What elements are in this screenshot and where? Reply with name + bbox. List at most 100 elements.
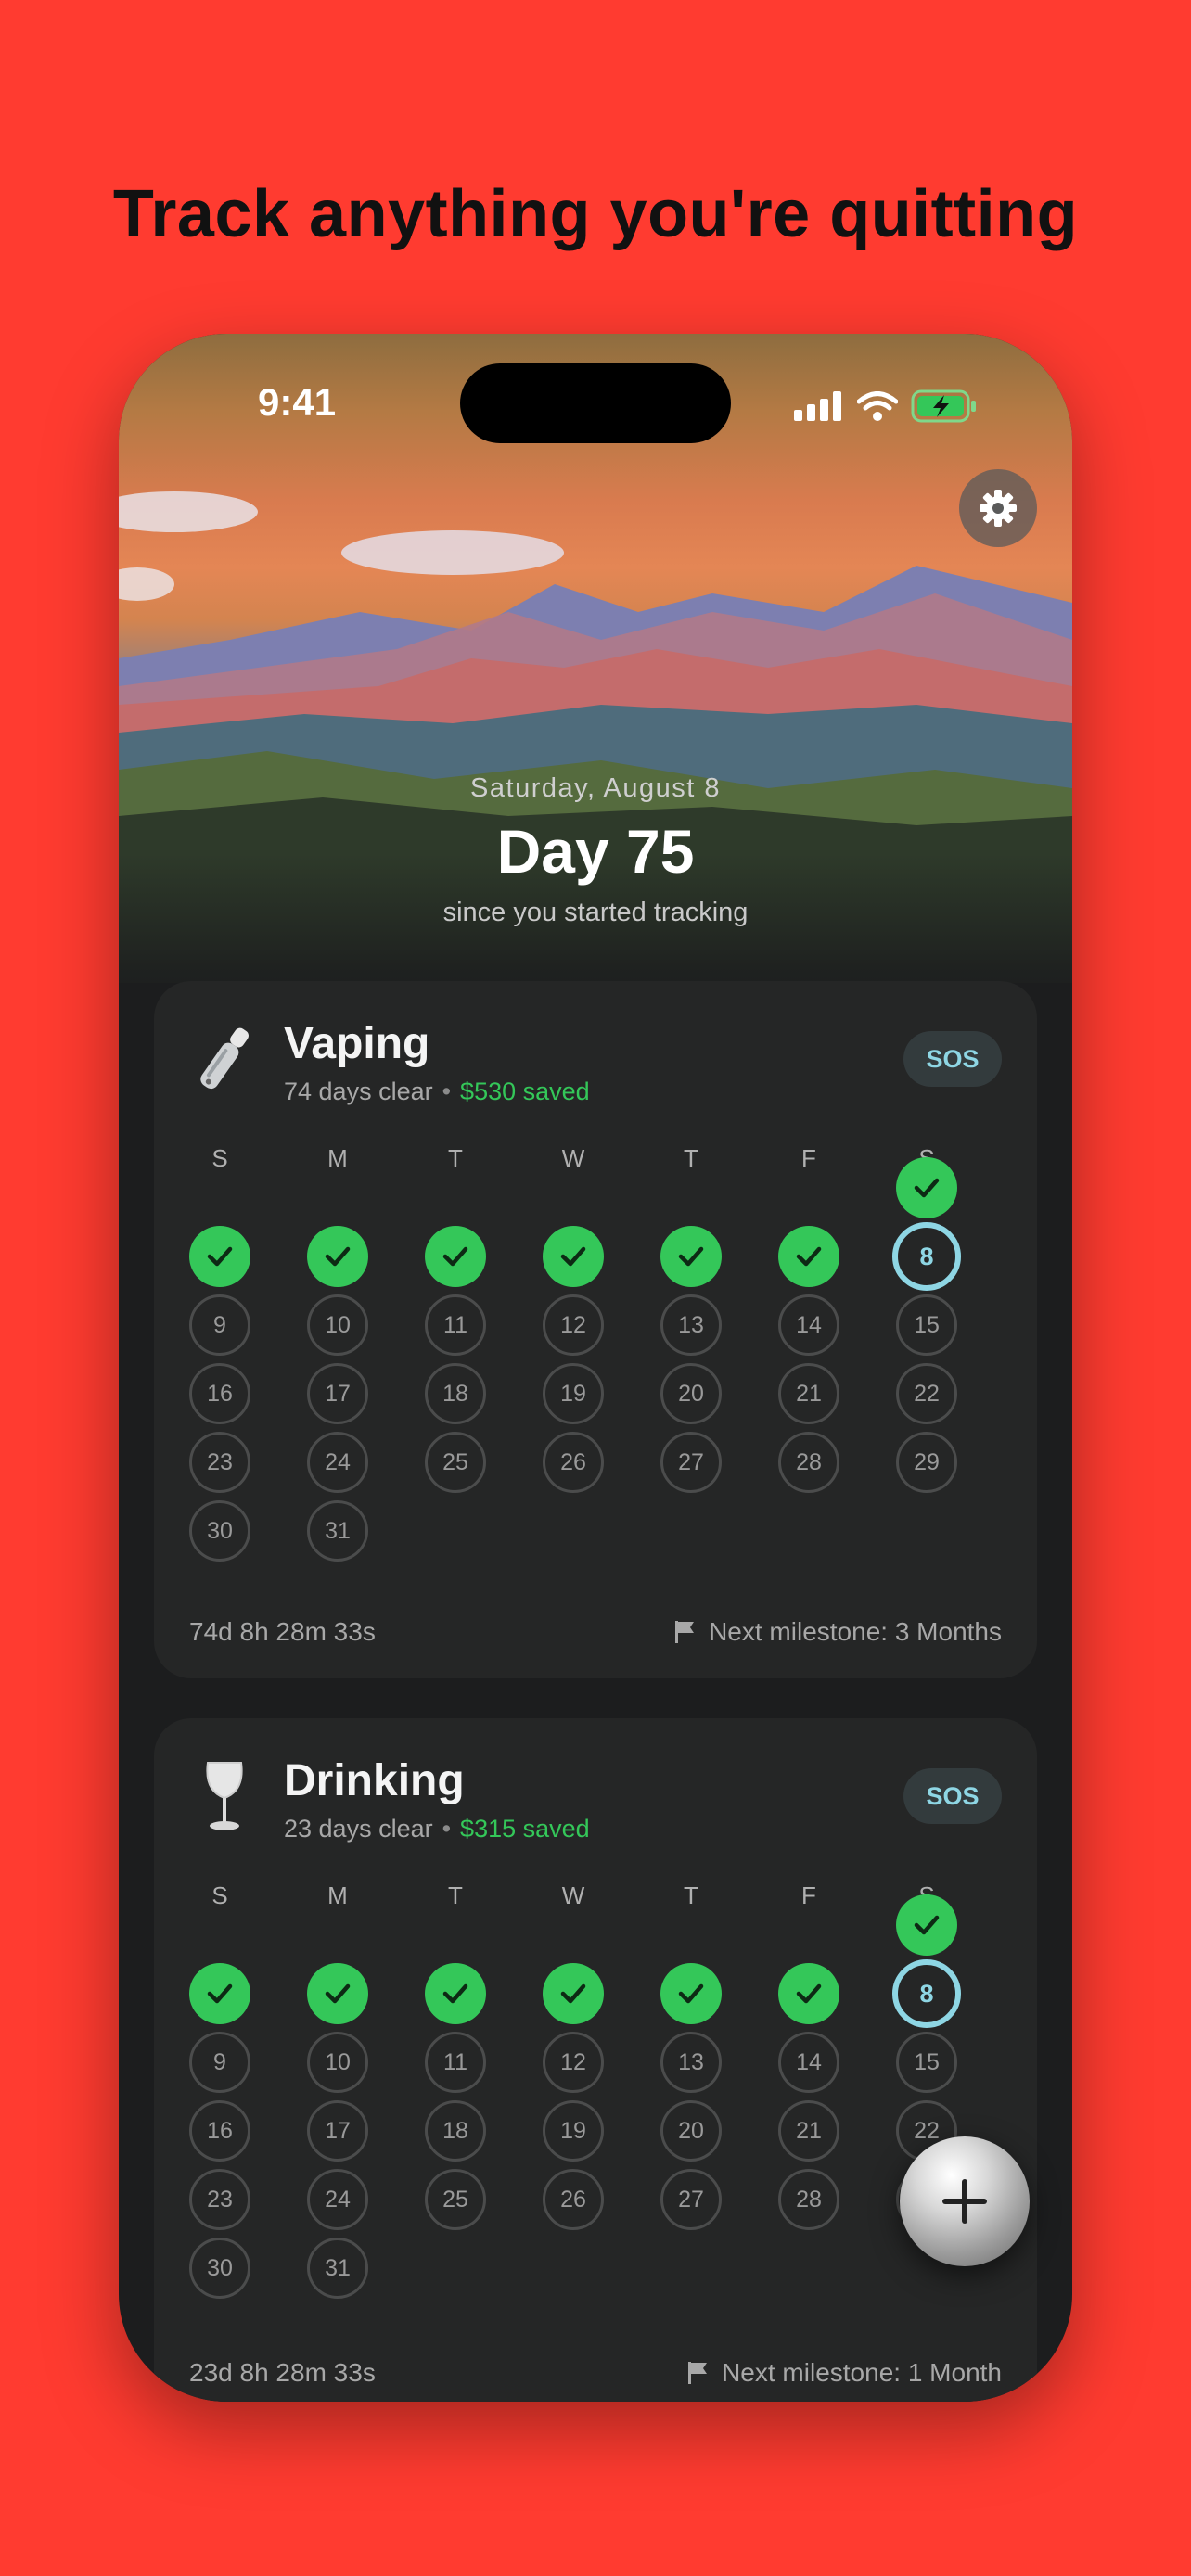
day-future[interactable]: 25: [425, 1432, 486, 1493]
day-completed[interactable]: [189, 1963, 250, 2024]
day-future[interactable]: 9: [189, 1294, 250, 1356]
tracker-title: Vaping: [284, 1019, 430, 1068]
day-future[interactable]: 16: [189, 1363, 250, 1424]
day-completed[interactable]: [896, 1157, 957, 1218]
day-today[interactable]: 8: [892, 1959, 961, 2028]
weekday-label: M: [327, 1881, 348, 1909]
checkmark-icon: [325, 1983, 351, 2004]
day-completed[interactable]: [896, 1894, 957, 1956]
checkmark-icon: [796, 1983, 822, 2004]
checkmark-icon: [207, 1983, 233, 2004]
day-future[interactable]: 25: [425, 2169, 486, 2230]
checkmark-icon: [796, 1246, 822, 1267]
day-completed[interactable]: [189, 1226, 250, 1287]
day-future[interactable]: 28: [778, 2169, 839, 2230]
day-completed[interactable]: [778, 1963, 839, 2024]
weekday-label: F: [801, 1881, 816, 1909]
day-future[interactable]: 12: [543, 1294, 604, 1356]
day-count: Day 75: [496, 817, 695, 886]
days-clear: 23 days clear: [284, 1815, 433, 1843]
dynamic-island: [460, 363, 731, 443]
tracker-card[interactable]: Vaping74 days clear•$530 savedSOSSMTWTFS…: [154, 981, 1037, 1678]
battery-charging-icon: [911, 389, 976, 423]
day-completed[interactable]: [543, 1226, 604, 1287]
day-future[interactable]: 18: [425, 2100, 486, 2162]
day-future[interactable]: 29: [896, 1432, 957, 1493]
checkmark-icon: [560, 1246, 586, 1267]
gear-icon: [980, 490, 1017, 527]
plus-icon: [942, 2179, 987, 2224]
day-future[interactable]: 26: [543, 2169, 604, 2230]
day-future[interactable]: 20: [660, 2100, 722, 2162]
day-future[interactable]: 24: [307, 2169, 368, 2230]
day-completed[interactable]: [307, 1963, 368, 2024]
day-future[interactable]: 27: [660, 1432, 722, 1493]
day-future[interactable]: 21: [778, 1363, 839, 1424]
settings-button[interactable]: [959, 469, 1037, 547]
day-future[interactable]: 20: [660, 1363, 722, 1424]
weekday-label: T: [684, 1144, 698, 1172]
checkmark-icon: [914, 1178, 940, 1198]
day-future[interactable]: 14: [778, 2032, 839, 2093]
day-future[interactable]: 9: [189, 2032, 250, 2093]
day-future[interactable]: 23: [189, 2169, 250, 2230]
page-headline: Track anything you're quitting: [112, 177, 1079, 251]
sos-button[interactable]: SOS: [903, 1031, 1002, 1087]
day-future[interactable]: 11: [425, 2032, 486, 2093]
day-future[interactable]: 26: [543, 1432, 604, 1493]
day-completed[interactable]: [660, 1963, 722, 2024]
day-future[interactable]: 30: [189, 2238, 250, 2299]
day-future[interactable]: 31: [307, 1500, 368, 1562]
day-future[interactable]: 13: [660, 1294, 722, 1356]
sos-button[interactable]: SOS: [903, 1768, 1002, 1824]
day-future[interactable]: 11: [425, 1294, 486, 1356]
meta-separator: •: [442, 1815, 452, 1843]
vape-icon: [200, 1027, 249, 1090]
day-future[interactable]: 31: [307, 2238, 368, 2299]
day-future[interactable]: 18: [425, 1363, 486, 1424]
money-saved: $530 saved: [460, 1078, 590, 1105]
day-future[interactable]: 17: [307, 1363, 368, 1424]
day-future[interactable]: 23: [189, 1432, 250, 1493]
day-completed[interactable]: [660, 1226, 722, 1287]
day-completed[interactable]: [425, 1226, 486, 1287]
day-future[interactable]: 12: [543, 2032, 604, 2093]
day-future[interactable]: 19: [543, 1363, 604, 1424]
checkmark-icon: [325, 1246, 351, 1267]
day-future[interactable]: 22: [896, 1363, 957, 1424]
day-future[interactable]: 15: [896, 1294, 957, 1356]
day-future[interactable]: 10: [307, 1294, 368, 1356]
day-today[interactable]: 8: [892, 1222, 961, 1291]
day-future[interactable]: 13: [660, 2032, 722, 2093]
day-future[interactable]: 14: [778, 1294, 839, 1356]
checkmark-icon: [914, 1915, 940, 1935]
day-future[interactable]: 17: [307, 2100, 368, 2162]
day-future[interactable]: 15: [896, 2032, 957, 2093]
day-future[interactable]: 27: [660, 2169, 722, 2230]
tracker-meta: 74 days clear • $530 saved: [284, 1078, 590, 1106]
flag-icon: [688, 2362, 708, 2384]
status-time: 9:41: [258, 380, 337, 424]
add-tracker-button[interactable]: [900, 2136, 1030, 2266]
day-future[interactable]: 10: [307, 2032, 368, 2093]
day-count-subtitle: since you started tracking: [442, 898, 749, 927]
day-completed[interactable]: [543, 1963, 604, 2024]
tracker-icon: [191, 1759, 258, 1833]
checkmark-icon: [207, 1246, 233, 1267]
day-future[interactable]: 24: [307, 1432, 368, 1493]
elapsed-timer: 74d 8h 28m 33s: [189, 1617, 376, 1646]
day-completed[interactable]: [778, 1226, 839, 1287]
day-future[interactable]: 30: [189, 1500, 250, 1562]
day-future[interactable]: 16: [189, 2100, 250, 2162]
flag-icon: [675, 1621, 695, 1643]
day-future[interactable]: 28: [778, 1432, 839, 1493]
weekday-label: S: [211, 1881, 228, 1909]
weekday-label: T: [448, 1144, 463, 1172]
weekday-label: S: [211, 1144, 228, 1172]
elapsed-timer: 23d 8h 28m 33s: [189, 2358, 376, 2387]
day-completed[interactable]: [307, 1226, 368, 1287]
tracker-card[interactable]: Drinking 23 days clear • $315 saved SOS S M T W T…: [154, 1718, 1037, 2402]
day-completed[interactable]: [425, 1963, 486, 2024]
day-future[interactable]: 19: [543, 2100, 604, 2162]
day-future[interactable]: 21: [778, 2100, 839, 2162]
